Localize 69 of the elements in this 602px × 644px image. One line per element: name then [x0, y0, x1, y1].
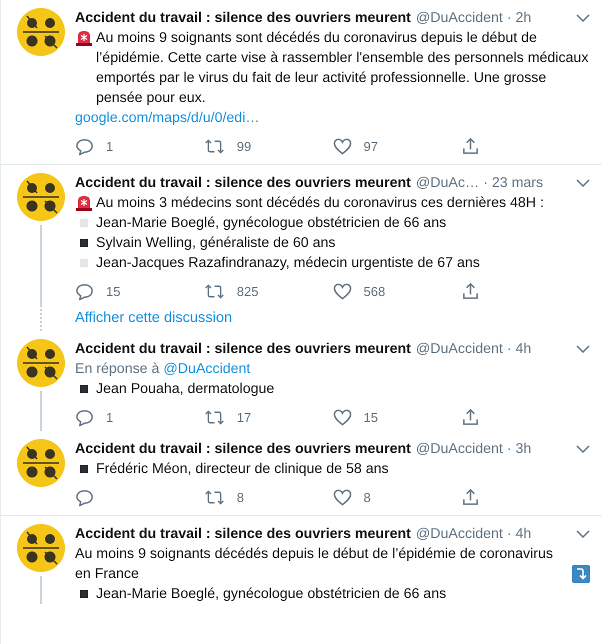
author-handle: @DuAccident — [416, 340, 503, 359]
avatar[interactable] — [17, 173, 65, 221]
author-handle: @DuAccident — [416, 9, 503, 28]
tweet-text: Jean-Jacques Razafindranazy, médecin urgentiste de 67 ans — [96, 254, 480, 273]
avatar[interactable] — [17, 8, 65, 56]
siren-icon — [75, 30, 93, 46]
reply-icon[interactable] — [75, 488, 94, 506]
tweet-text: Jean Pouaha, dermatologue — [96, 380, 274, 399]
heart-icon[interactable] — [332, 488, 352, 506]
avatar[interactable] — [17, 439, 65, 487]
reply-count: 1 — [106, 410, 114, 424]
author-name[interactable]: Accident du travail : silence des ouvriers meurent — [75, 173, 411, 193]
tweet-text: Jean-Marie Boeglé, gynécologue obstétricien de 66 ans — [96, 214, 446, 233]
caret-icon[interactable] — [576, 445, 590, 453]
author-name[interactable]: Accident du travail : silence des ouvriers meurent — [75, 8, 411, 28]
share-icon[interactable] — [461, 136, 480, 156]
tweet-text: Sylvain Welling, généraliste de 60 ans — [96, 234, 336, 253]
tweet-text: Frédéric Méon, directeur de clinique de 58 ans — [96, 460, 389, 479]
tweet-time[interactable]: · 23 mars — [483, 173, 544, 193]
author-handle: @DuAccident — [416, 525, 503, 544]
reply-icon[interactable] — [75, 282, 94, 300]
like-count: 97 — [364, 138, 378, 154]
heart-icon[interactable] — [332, 408, 352, 426]
retweet-icon[interactable] — [204, 488, 225, 506]
retweet-count: 8 — [236, 490, 244, 504]
tweet-time[interactable]: · 4h — [506, 524, 532, 544]
tweet-text: Au moins 9 soignants décédés depuis le début de l’épidémie de coronavirus en France — [75, 545, 554, 584]
reply-count: 15 — [106, 284, 120, 298]
tweet-text: Au moins 3 médecins sont décédés du coronavirus ces dernières 48H : — [96, 194, 544, 213]
retweet-count: 17 — [236, 410, 252, 424]
avatar[interactable] — [17, 339, 65, 387]
caret-icon[interactable] — [576, 179, 590, 187]
author-name[interactable]: Accident du travail : silence des ouvriers meurent — [75, 439, 411, 459]
like-count: 568 — [364, 284, 386, 298]
share-icon[interactable] — [461, 488, 480, 506]
url-link[interactable]: google.com/maps/d/u/0/edi… — [75, 110, 260, 126]
caret-icon[interactable] — [576, 345, 590, 353]
siren-icon — [75, 195, 93, 211]
tweet-card[interactable]: Accident du travail : silence des ouvriers meurent @DuAccident · 4h En réponse à @DuAccident Jean Pouaha, dermatologue 1 17 15 — [1, 331, 602, 431]
reply-icon[interactable] — [75, 136, 94, 156]
caret-icon[interactable] — [576, 14, 590, 22]
reply-to-link[interactable]: @DuAccident — [163, 361, 250, 377]
like-count: 8 — [364, 490, 371, 504]
author-handle: @DuAc… — [416, 174, 480, 193]
tweet-time[interactable]: · 3h — [506, 439, 532, 459]
reply-label: En réponse à — [75, 361, 160, 377]
tweet-time[interactable]: · 2h — [506, 8, 532, 28]
show-thread-link[interactable]: Afficher cette discussion — [75, 310, 232, 326]
share-icon[interactable] — [461, 408, 480, 426]
tweet-text: Au moins 9 soignants sont décédés du coronavirus depuis le début de l’épidémie. Cette carte vise à rassembler l'ensemble des personnels médicaux emportés par le virus du fait de leur activité professionnelle. Une grosse pensée pour eux. — [96, 29, 590, 108]
like-count: 15 — [364, 410, 378, 424]
reply-count: 1 — [106, 138, 114, 154]
author-name[interactable]: Accident du travail : silence des ouvriers meurent — [75, 524, 411, 544]
caret-icon[interactable] — [576, 530, 590, 538]
retweet-icon[interactable] — [204, 408, 225, 426]
tweet-text: Jean-Marie Boeglé, gynécologue obstétricien de 66 ans — [96, 585, 446, 604]
reply-icon[interactable] — [75, 408, 94, 426]
author-handle: @DuAccident — [416, 440, 503, 459]
tweet-time[interactable]: · 4h — [506, 339, 532, 359]
retweet-count: 825 — [236, 284, 258, 298]
author-name[interactable]: Accident du travail : silence des ouvriers meurent — [75, 339, 411, 359]
share-icon[interactable] — [461, 282, 480, 300]
heart-icon[interactable] — [332, 282, 352, 300]
retweet-count: 99 — [236, 138, 252, 154]
tweet-card[interactable]: Accident du travail : silence des ouvriers meurent @DuAccident · 3h Frédéric Méon, directeur de clinique de 58 ans 8 8 — [1, 431, 602, 516]
avatar[interactable] — [17, 524, 65, 572]
heart-icon[interactable] — [332, 136, 352, 156]
retweet-icon[interactable] — [204, 282, 225, 300]
retweet-icon[interactable] — [204, 136, 225, 156]
